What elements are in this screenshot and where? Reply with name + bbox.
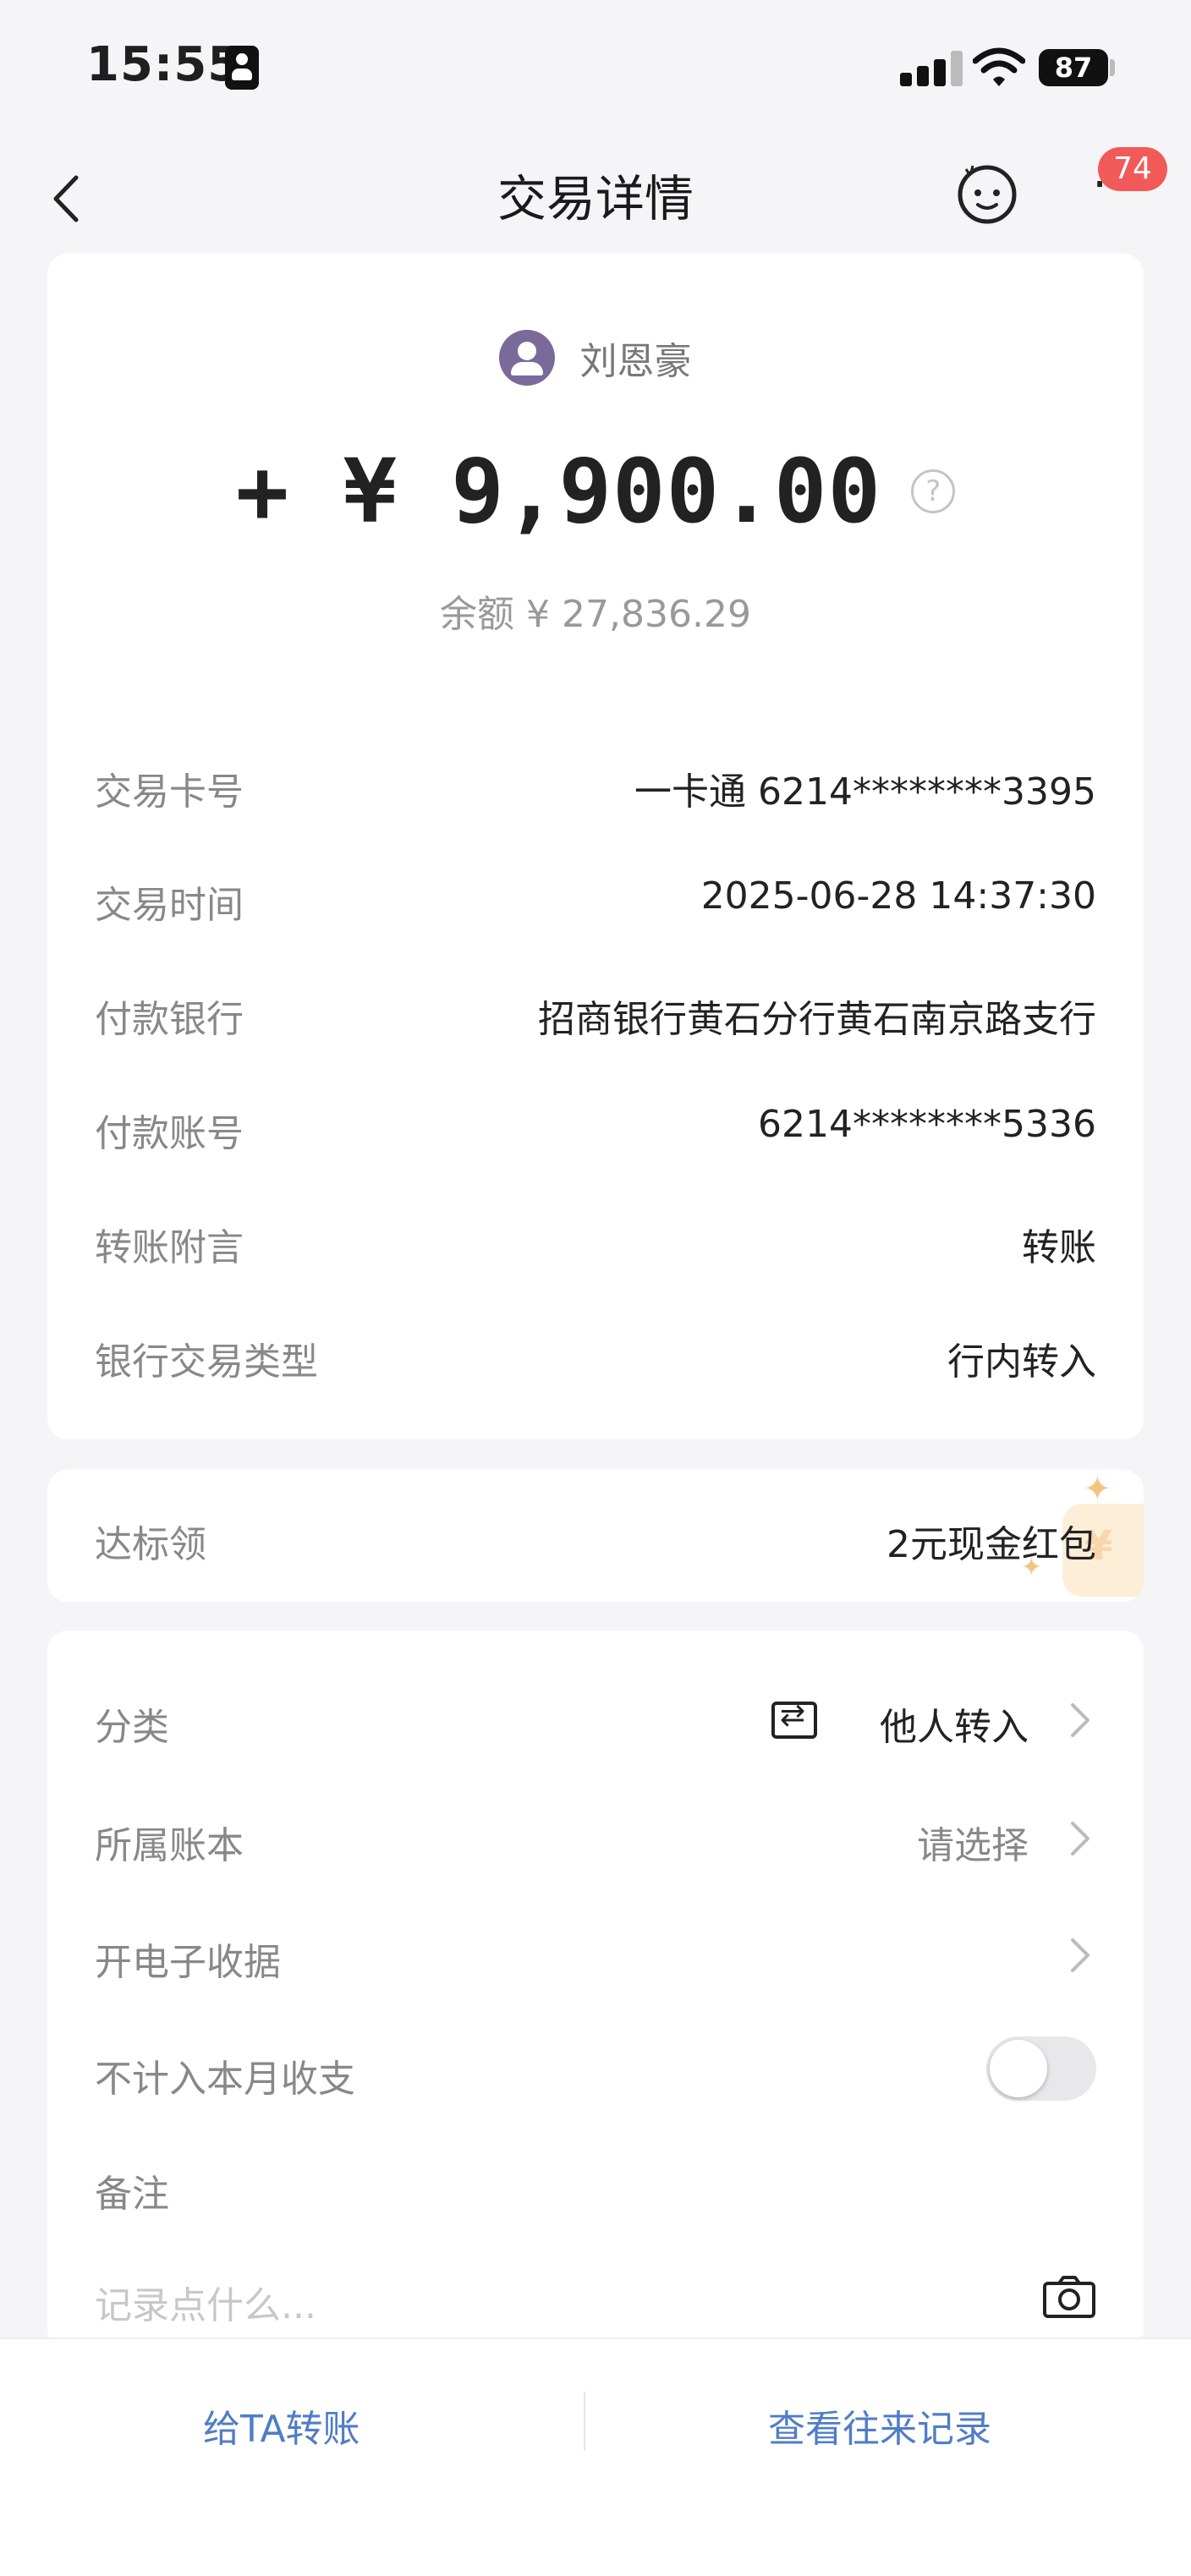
detail-value: 6214********5336 xyxy=(758,1103,1096,1146)
category-value: 他人转入 xyxy=(880,1706,1029,1749)
status-bar: 15:55 87 xyxy=(0,0,1191,127)
promo-label: 达标领 xyxy=(95,1523,206,1566)
transaction-amount: + ¥ 9,900.00 xyxy=(235,440,882,543)
divider xyxy=(584,2392,585,2451)
settings-card: 分类 他人转入 所属账本 请选择 开电子收据 不计入本月收支 备注 记录点什么.… xyxy=(47,1631,1144,2349)
receipt-row[interactable]: 开电子收据 xyxy=(95,1920,1096,1987)
chevron-right-icon xyxy=(1071,1703,1089,1737)
chevron-right-icon xyxy=(1071,1938,1089,1972)
ledger-label: 所属账本 xyxy=(95,1824,244,1867)
note-input[interactable]: 记录点什么... xyxy=(95,2275,316,2329)
payer-name: 刘恩豪 xyxy=(579,340,692,383)
detail-label: 付款银行 xyxy=(95,998,244,1041)
detail-label: 转账附言 xyxy=(95,1226,244,1269)
camera-icon[interactable] xyxy=(1042,2275,1096,2319)
note-row: 备注 xyxy=(95,2151,1096,2219)
category-row[interactable]: 分类 他人转入 xyxy=(95,1685,1096,1752)
promo-value: 2元现金红包 xyxy=(886,1523,1096,1566)
contact-card-icon xyxy=(225,46,259,90)
account-balance: 余额 ¥ 27,836.29 xyxy=(440,593,751,636)
payer-info: 刘恩豪 xyxy=(47,330,1144,386)
note-label: 备注 xyxy=(95,2173,169,2216)
battery-tip xyxy=(1110,59,1115,76)
exclude-row: 不计入本月收支 xyxy=(95,2036,1096,2104)
bottom-action-bar: 给TA转账 查看往来记录 xyxy=(0,2338,1191,2576)
detail-value: 一卡通 6214********3395 xyxy=(634,770,1096,814)
category-label: 分类 xyxy=(95,1706,169,1749)
cellular-signal-icon xyxy=(900,51,963,86)
detail-label: 银行交易类型 xyxy=(95,1340,318,1384)
detail-row-card-number: 交易卡号 一卡通 6214********3395 xyxy=(95,749,1096,817)
promo-card[interactable]: ¥ ✦ ✦ 达标领 2元现金红包 xyxy=(47,1470,1144,1602)
promo-row[interactable]: 达标领 2元现金红包 xyxy=(95,1502,1096,1570)
detail-value: 行内转入 xyxy=(947,1340,1096,1384)
avatar xyxy=(499,330,556,386)
notification-badge: 74 xyxy=(1098,147,1167,191)
assistant-smiley-icon[interactable] xyxy=(954,161,1020,227)
detail-value: 2025-06-28 14:37:30 xyxy=(700,874,1096,918)
detail-row-payer-account: 付款账号 6214********5336 xyxy=(95,1091,1096,1159)
detail-row-transfer-note: 转账附言 转账 xyxy=(95,1205,1096,1273)
detail-label: 付款账号 xyxy=(95,1112,244,1155)
ledger-value: 请选择 xyxy=(917,1824,1029,1867)
wifi-icon xyxy=(973,47,1025,86)
detail-value: 转账 xyxy=(1022,1226,1096,1269)
detail-row-payer-bank: 付款银行 招商银行黄石分行黄石南京路支行 xyxy=(95,977,1096,1044)
detail-label: 交易卡号 xyxy=(95,770,244,814)
transaction-card: 刘恩豪 + ¥ 9,900.00 ? 余额 ¥ 27,836.29 交易卡号 一… xyxy=(47,254,1144,1439)
exclude-toggle[interactable] xyxy=(986,2036,1096,2101)
nav-bar: 交易详情 ··· 74 xyxy=(0,127,1191,254)
detail-row-transaction-type: 银行交易类型 行内转入 xyxy=(95,1319,1096,1387)
detail-value: 招商银行黄石分行黄石南京路支行 xyxy=(538,998,1096,1041)
ledger-row[interactable]: 所属账本 请选择 xyxy=(95,1803,1096,1871)
detail-row-time: 交易时间 2025-06-28 14:37:30 xyxy=(95,863,1096,930)
exclude-label: 不计入本月收支 xyxy=(95,2058,355,2101)
transfer-icon xyxy=(771,1698,817,1739)
detail-label: 交易时间 xyxy=(95,884,244,927)
status-time: 15:55 xyxy=(86,37,242,92)
view-history-button[interactable]: 查看往来记录 xyxy=(768,2398,991,2453)
battery-level: 87 xyxy=(1039,49,1108,86)
chevron-right-icon xyxy=(1071,1822,1089,1855)
amount-row: + ¥ 9,900.00 ? xyxy=(47,440,1144,543)
transfer-to-them-button[interactable]: 给TA转账 xyxy=(203,2398,360,2453)
help-icon[interactable]: ? xyxy=(911,469,956,513)
receipt-label: 开电子收据 xyxy=(95,1941,281,1984)
